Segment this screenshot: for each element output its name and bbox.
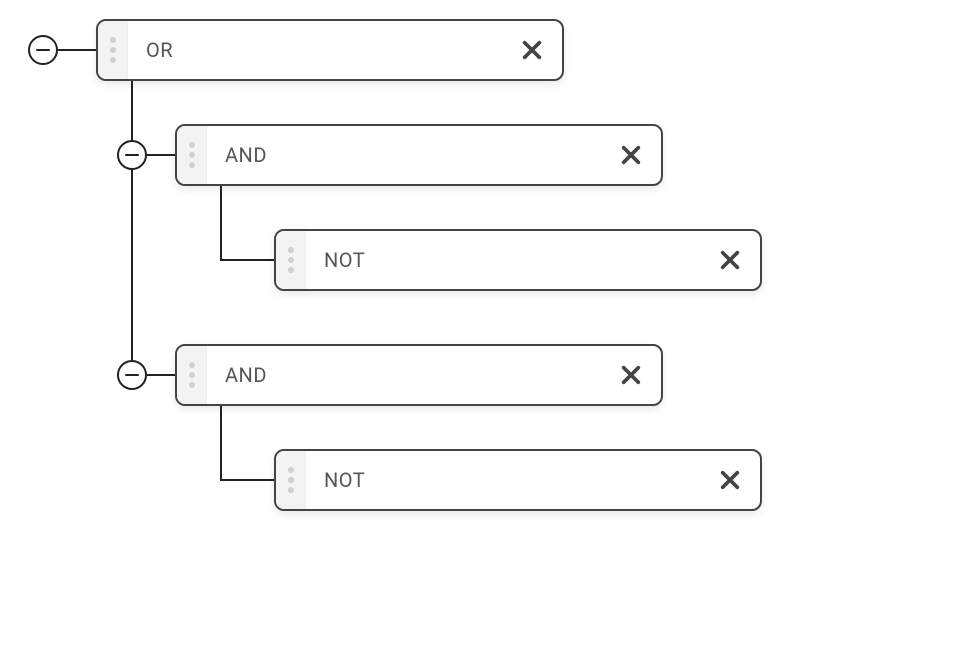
drag-dots-icon [189, 142, 195, 168]
collapse-toggle-child[interactable] [117, 140, 147, 170]
delete-node-button[interactable] [502, 21, 562, 79]
close-icon [620, 144, 642, 166]
node-label: NOT [306, 451, 700, 509]
node-label: OR [128, 21, 502, 79]
collapse-toggle-child[interactable] [117, 360, 147, 390]
close-icon [719, 249, 741, 271]
node-label: AND [207, 346, 601, 404]
connector [58, 49, 96, 51]
delete-node-button[interactable] [601, 346, 661, 404]
drag-dots-icon [288, 247, 294, 273]
drag-dots-icon [288, 467, 294, 493]
drag-dots-icon [189, 362, 195, 388]
drag-handle[interactable] [177, 346, 207, 404]
tree-node-child[interactable]: AND [175, 344, 663, 406]
drag-dots-icon [110, 37, 116, 63]
delete-node-button[interactable] [700, 231, 760, 289]
drag-handle[interactable] [276, 231, 306, 289]
node-label: AND [207, 126, 601, 184]
tree-node-root[interactable]: OR [96, 19, 564, 81]
collapse-toggle-root[interactable] [28, 35, 58, 65]
drag-handle[interactable] [177, 126, 207, 184]
drag-handle[interactable] [276, 451, 306, 509]
tree-canvas: OR AND NOT [0, 0, 976, 660]
close-icon [521, 39, 543, 61]
tree-node-grandchild[interactable]: NOT [274, 229, 762, 291]
tree-node-child[interactable]: AND [175, 124, 663, 186]
connector [220, 406, 274, 481]
close-icon [620, 364, 642, 386]
connector [147, 374, 175, 376]
connector [220, 186, 274, 261]
tree-node-grandchild[interactable]: NOT [274, 449, 762, 511]
delete-node-button[interactable] [700, 451, 760, 509]
connector [147, 154, 175, 156]
delete-node-button[interactable] [601, 126, 661, 184]
drag-handle[interactable] [98, 21, 128, 79]
node-label: NOT [306, 231, 700, 289]
close-icon [719, 469, 741, 491]
connector [131, 81, 133, 375]
